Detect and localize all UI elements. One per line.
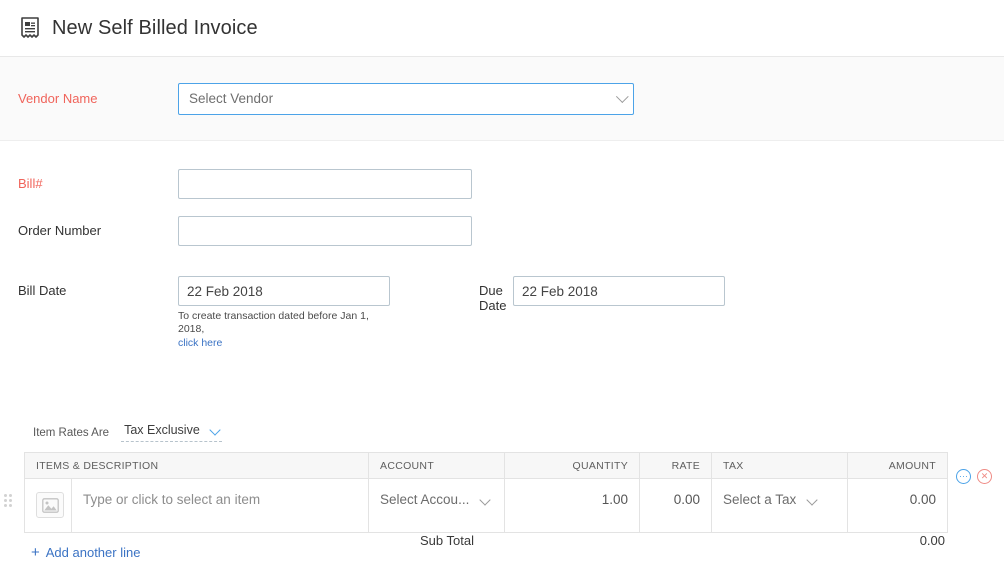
column-header-amount: AMOUNT bbox=[847, 452, 949, 479]
bill-date-input[interactable] bbox=[178, 276, 390, 306]
bill-date-label: Bill Date bbox=[18, 283, 67, 298]
bill-date-hint-text: To create transaction dated before Jan 1… bbox=[178, 310, 369, 335]
item-thumbnail-cell[interactable] bbox=[24, 478, 72, 533]
vendor-select[interactable]: Select Vendor bbox=[178, 82, 634, 115]
tax-cell[interactable]: Select a Tax bbox=[711, 478, 849, 533]
order-number-label: Order Number bbox=[18, 223, 102, 238]
chevron-down-icon bbox=[615, 89, 629, 103]
image-placeholder-icon bbox=[36, 492, 64, 518]
chevron-down-icon bbox=[209, 424, 221, 436]
add-another-line-button[interactable]: + Add another line bbox=[0, 544, 140, 561]
add-another-line-label: Add another line bbox=[45, 545, 141, 560]
order-number-row: Order Number bbox=[18, 216, 1004, 246]
account-select-value: Select Accou... bbox=[380, 492, 470, 507]
bill-number-row: Bill# bbox=[18, 169, 1004, 199]
items-table: ITEMS & DESCRIPTION ACCOUNT QUANTITY RAT… bbox=[23, 452, 949, 533]
items-table-wrapper: ITEMS & DESCRIPTION ACCOUNT QUANTITY RAT… bbox=[0, 452, 1004, 533]
due-date-label: Due Date bbox=[479, 283, 507, 313]
row-action-buttons: ··· ✕ bbox=[956, 469, 992, 484]
bill-number-input[interactable] bbox=[178, 169, 472, 199]
column-header-quantity: QUANTITY bbox=[504, 452, 641, 479]
item-rates-select[interactable]: Tax Exclusive bbox=[121, 423, 222, 442]
chevron-down-icon bbox=[806, 494, 818, 506]
due-date-input[interactable] bbox=[513, 276, 725, 306]
vendor-section: Vendor Name Select Vendor bbox=[0, 57, 1004, 141]
column-header-items: ITEMS & DESCRIPTION bbox=[23, 452, 370, 479]
dates-row: Bill Date To create transaction dated be… bbox=[18, 276, 1004, 350]
column-header-tax: TAX bbox=[711, 452, 849, 479]
invoice-icon bbox=[20, 17, 40, 39]
subtotal-label: Sub Total bbox=[420, 532, 474, 548]
account-select[interactable]: Select Accou... bbox=[380, 492, 491, 507]
table-row: Type or click to select an item Select A… bbox=[24, 478, 949, 533]
item-select-placeholder: Type or click to select an item bbox=[83, 492, 261, 507]
item-rates-row: Item Rates Are Tax Exclusive bbox=[0, 423, 1004, 442]
column-header-rate: RATE bbox=[639, 452, 713, 479]
chevron-down-icon bbox=[479, 494, 491, 506]
bill-date-hint: To create transaction dated before Jan 1… bbox=[178, 310, 393, 350]
invoice-page: New Self Billed Invoice Vendor Name Sele… bbox=[0, 0, 1004, 572]
item-description-cell[interactable]: Type or click to select an item bbox=[70, 478, 370, 533]
tax-select[interactable]: Select a Tax bbox=[723, 492, 818, 507]
more-options-icon[interactable]: ··· bbox=[956, 469, 971, 484]
tax-select-value: Select a Tax bbox=[723, 492, 797, 507]
account-cell[interactable]: Select Accou... bbox=[368, 478, 506, 533]
page-header: New Self Billed Invoice bbox=[0, 0, 1004, 57]
subtotal-value: 0.00 bbox=[919, 532, 945, 548]
table-header-row: ITEMS & DESCRIPTION ACCOUNT QUANTITY RAT… bbox=[23, 452, 949, 479]
bill-date-hint-link[interactable]: click here bbox=[178, 337, 393, 350]
amount-cell: 0.00 bbox=[847, 478, 949, 533]
quantity-cell[interactable]: 1.00 bbox=[504, 478, 641, 533]
order-number-input[interactable] bbox=[178, 216, 472, 246]
delete-row-icon[interactable]: ✕ bbox=[977, 469, 992, 484]
column-header-account: ACCOUNT bbox=[368, 452, 506, 479]
vendor-select-placeholder: Select Vendor bbox=[189, 91, 274, 106]
rate-cell[interactable]: 0.00 bbox=[639, 478, 713, 533]
vendor-name-label: Vendor Name bbox=[18, 91, 98, 106]
drag-handle-icon[interactable] bbox=[4, 494, 14, 510]
item-rates-selected-value: Tax Exclusive bbox=[124, 423, 200, 437]
item-rates-label: Item Rates Are bbox=[33, 426, 110, 439]
plus-icon: + bbox=[31, 544, 40, 561]
form-area: Bill# Order Number Bill Date To create t… bbox=[0, 169, 1004, 350]
bill-number-label: Bill# bbox=[18, 176, 43, 191]
page-title: New Self Billed Invoice bbox=[52, 16, 258, 39]
bill-date-column: To create transaction dated before Jan 1… bbox=[178, 276, 393, 350]
